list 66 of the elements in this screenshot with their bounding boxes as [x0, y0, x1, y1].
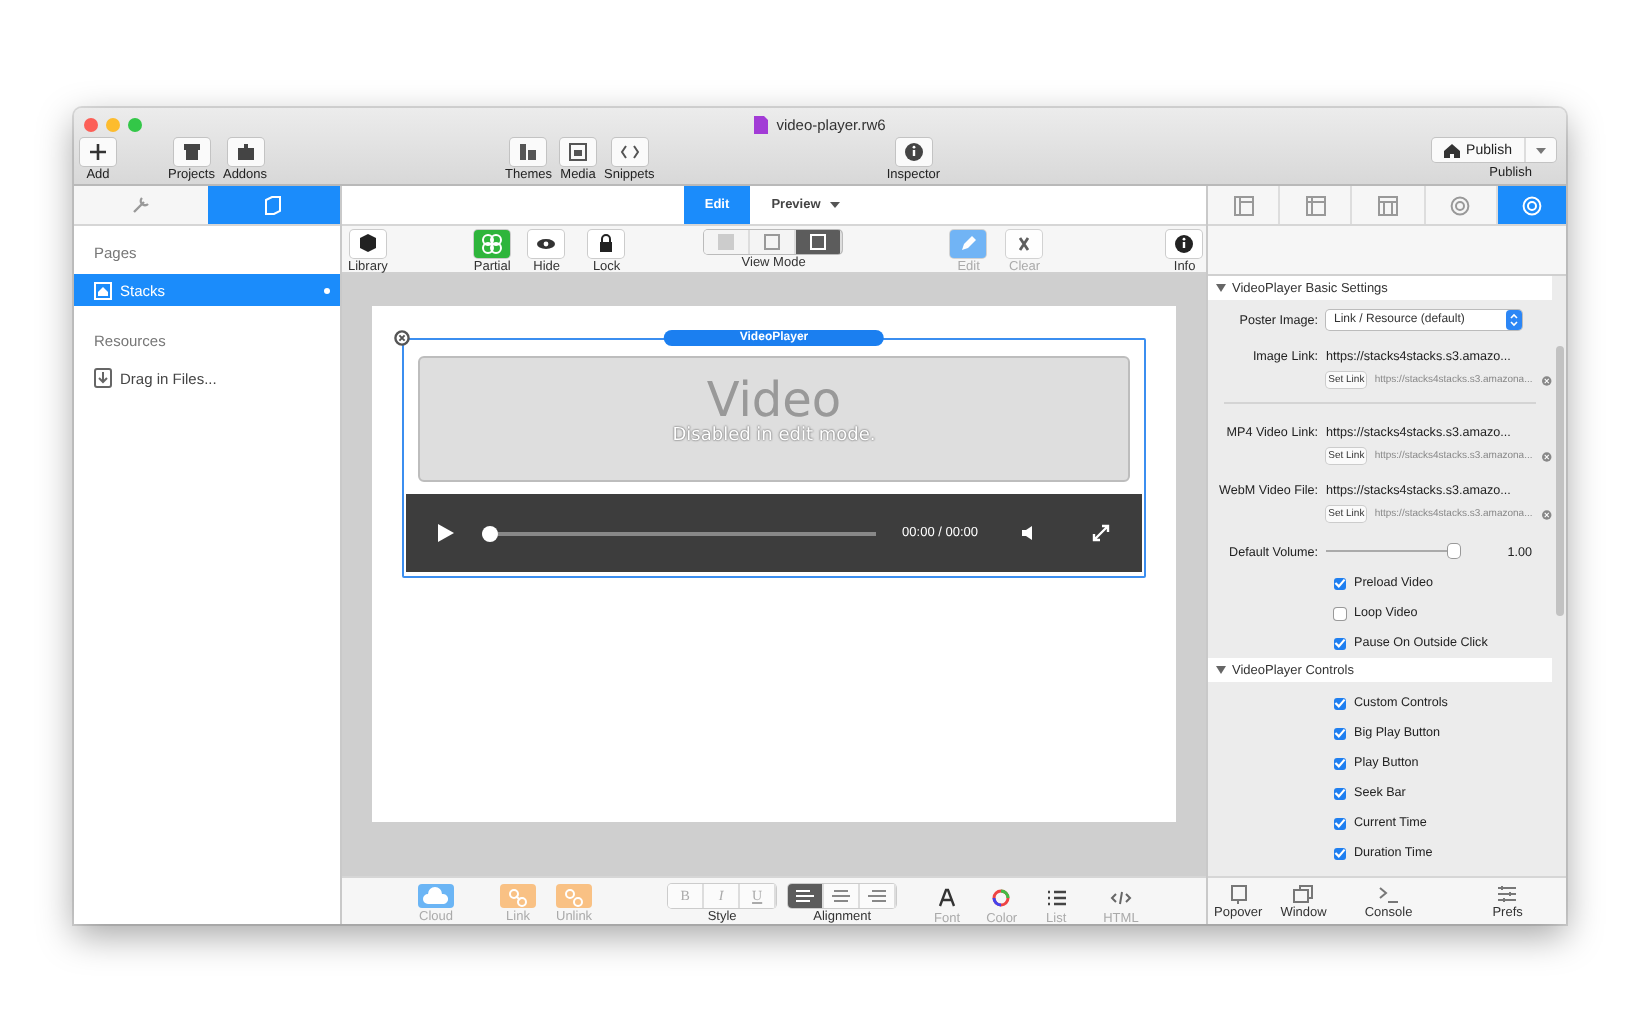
checkbox[interactable]: [1334, 757, 1346, 769]
clear-icon: [1542, 449, 1552, 463]
checkmark-icon: [1334, 848, 1346, 858]
slider-thumb[interactable]: [1448, 544, 1461, 558]
info-icon: [895, 138, 932, 166]
house-icon: [94, 281, 112, 299]
checkbox[interactable]: [1334, 787, 1346, 799]
sliders-icon: [1496, 884, 1519, 904]
stepper-icon: [1506, 310, 1522, 330]
popover-icon: [1227, 884, 1250, 904]
checkbox[interactable]: [1334, 847, 1346, 859]
target-icon: [1450, 195, 1471, 215]
code-icon: [611, 138, 648, 166]
checkmark-icon: [1334, 698, 1346, 708]
align-icon: [796, 890, 815, 902]
seek-thumb[interactable]: [482, 525, 498, 541]
scrollbar[interactable]: [1556, 346, 1564, 616]
volume-icon: [1022, 526, 1036, 540]
checkmark-icon: [1334, 788, 1346, 798]
download-icon: [94, 368, 112, 388]
bar-icon: [510, 138, 547, 166]
alignment-button[interactable]: [860, 884, 897, 908]
square-icon: [810, 234, 827, 250]
clear-icon: [1542, 507, 1552, 521]
alignment-button[interactable]: [788, 884, 825, 908]
checkmark-icon: [1334, 818, 1346, 828]
view-mode-option[interactable]: [796, 230, 843, 254]
document-icon: [754, 116, 769, 134]
house-icon: [1444, 143, 1461, 157]
layout-icon: [1233, 195, 1254, 215]
terminal-icon: [1377, 884, 1400, 904]
checkbox[interactable]: [1334, 817, 1346, 829]
close-icon: [394, 330, 410, 346]
align-icon: [832, 890, 851, 902]
volume-slider[interactable]: [1326, 544, 1458, 560]
archive-box-icon: [173, 138, 210, 166]
alignment-button[interactable]: [824, 884, 861, 908]
sidebar-tab[interactable]: [207, 186, 340, 224]
inspector-tab[interactable]: [1497, 186, 1566, 224]
align-icon: [868, 890, 887, 902]
square-icon: [764, 234, 781, 250]
checkbox[interactable]: [1334, 637, 1346, 649]
checkbox[interactable]: [1334, 577, 1346, 589]
add-icon: [80, 138, 116, 166]
fullscreen-icon: [1092, 524, 1110, 542]
image-icon: [560, 138, 597, 166]
play-icon: [438, 524, 454, 542]
stack-icon: [262, 194, 285, 216]
wrench-icon: [129, 194, 152, 216]
placeholder-title: Video: [706, 374, 842, 426]
caret-icon: [1536, 147, 1546, 153]
window-icon: [1292, 884, 1315, 904]
checkmark-icon: [1334, 758, 1346, 768]
checkmark-icon: [1334, 638, 1346, 648]
puzzle-piece-icon: [227, 138, 263, 166]
checkbox[interactable]: [1334, 697, 1346, 709]
target-icon: [1522, 195, 1543, 215]
view-mode-control[interactable]: [704, 230, 843, 254]
checkmark-icon: [1334, 728, 1346, 738]
square-icon: [718, 234, 735, 250]
clear-icon: [1542, 373, 1552, 387]
layout-icon: [1378, 195, 1398, 215]
layout-icon: [1305, 195, 1326, 215]
checkbox[interactable]: [1334, 607, 1346, 619]
checkbox[interactable]: [1334, 727, 1346, 739]
checkmark-icon: [1334, 578, 1346, 588]
